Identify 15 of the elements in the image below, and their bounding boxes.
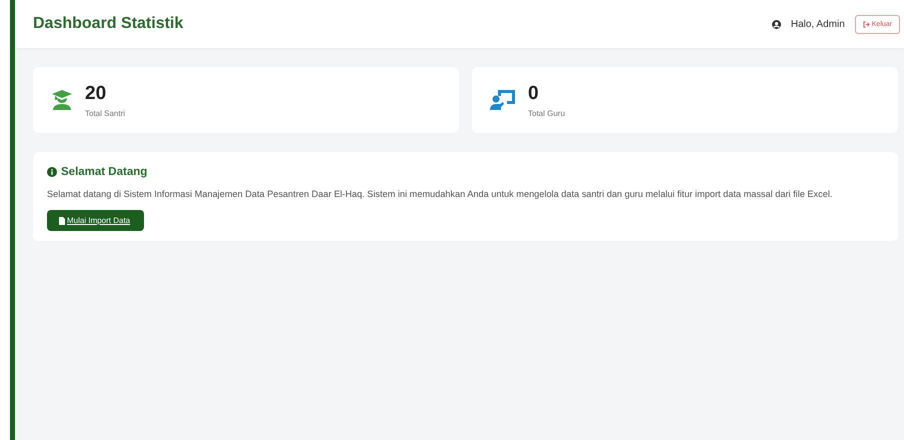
import-button[interactable]: Mulai Import Data xyxy=(47,210,144,231)
file-icon xyxy=(59,216,65,224)
welcome-title: Selamat Datang xyxy=(61,166,148,178)
logout-icon xyxy=(862,20,870,28)
stat-label: Total Guru xyxy=(528,108,565,118)
page-title: Dashboard Statistik xyxy=(33,15,184,33)
welcome-text: Selamat datang di Sistem Informasi Manajemen Data Pesantren Daar El-Haq. Sistem ini memudahkan Anda untuk mengelola data santri dan guru melalui fitur import data massal dari file Excel. xyxy=(47,188,832,201)
stat-value: 0 xyxy=(528,82,539,104)
graduate-icon xyxy=(51,89,73,111)
greeting: Halo, Admin xyxy=(790,18,845,30)
stat-label: Total Santri xyxy=(85,108,126,118)
stat-value: 20 xyxy=(85,82,106,104)
info-icon xyxy=(47,167,57,177)
user-icon xyxy=(772,20,781,28)
teacher-icon xyxy=(490,89,516,111)
